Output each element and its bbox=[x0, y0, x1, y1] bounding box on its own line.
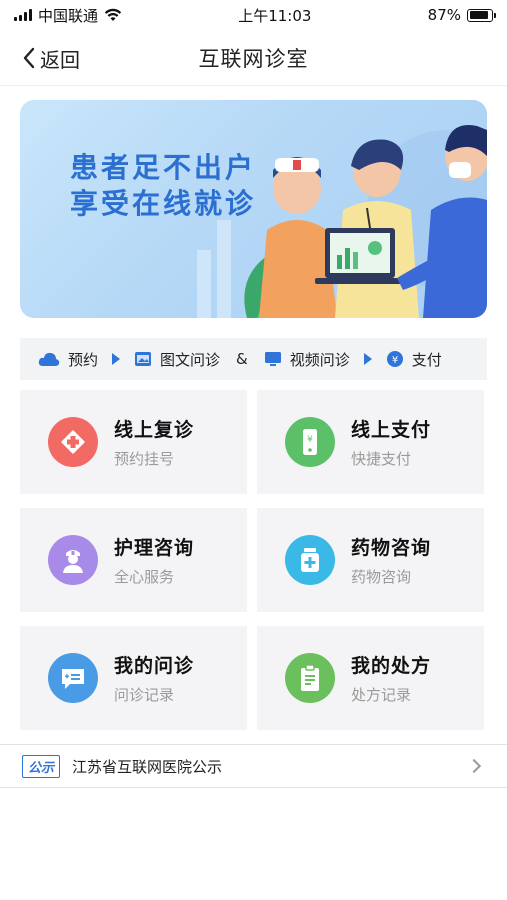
card-icon-payment: ¥ bbox=[285, 417, 335, 467]
card-title: 我的处方 bbox=[351, 655, 432, 677]
process-flow-bar: 预约 图文问诊 & 视频问诊 ¥ 支付 bbox=[20, 338, 487, 380]
notice-badge: 公示 bbox=[22, 754, 61, 778]
cloud-icon bbox=[38, 352, 60, 366]
medicine-bottle-icon bbox=[301, 548, 319, 572]
nav-bar: 返回 互联网诊室 bbox=[0, 30, 507, 86]
card-title: 我的问诊 bbox=[114, 655, 195, 677]
monitor-icon bbox=[264, 352, 281, 366]
battery-percent: 87% bbox=[427, 6, 461, 24]
carrier-label: 中国联通 bbox=[38, 6, 99, 25]
card-subtitle: 全心服务 bbox=[114, 568, 175, 586]
mobile-pay-icon: ¥ bbox=[303, 429, 317, 455]
flow-step-text-consult: 图文问诊 bbox=[134, 349, 220, 370]
svg-text:¥: ¥ bbox=[392, 355, 398, 366]
flow-arrow-icon bbox=[112, 353, 121, 365]
back-label: 返回 bbox=[40, 47, 80, 72]
flow-step-video-consult: 视频问诊 bbox=[264, 349, 350, 370]
flow-step-payment: ¥ 支付 bbox=[386, 349, 442, 370]
card-icon-drug bbox=[285, 535, 335, 585]
card-icon-consultations bbox=[48, 653, 98, 703]
flow-step-appointment: 预约 bbox=[38, 349, 98, 370]
banner[interactable]: 患者足不出户 享受在线就诊 bbox=[20, 100, 487, 318]
battery-icon bbox=[467, 8, 496, 22]
online-payment-card[interactable]: ¥ 线上支付 快捷支付 bbox=[257, 390, 484, 494]
signal-icon bbox=[14, 9, 32, 21]
chevron-left-icon bbox=[23, 47, 35, 69]
medical-cross-icon bbox=[61, 430, 85, 454]
card-icon-prescriptions bbox=[285, 653, 335, 703]
card-subtitle: 问诊记录 bbox=[114, 686, 175, 704]
clipboard-icon bbox=[301, 664, 319, 691]
drug-consult-card[interactable]: 药物咨询 药物咨询 bbox=[257, 508, 484, 612]
hospital-notice-row[interactable]: 公示 江苏省互联网医院公示 bbox=[0, 744, 507, 788]
svg-text:¥: ¥ bbox=[307, 435, 313, 445]
nurse-icon bbox=[63, 550, 83, 573]
status-right: 87% bbox=[427, 6, 496, 24]
online-revisit-card[interactable]: 线上复诊 预约挂号 bbox=[20, 390, 247, 494]
wifi-icon bbox=[104, 8, 122, 21]
flow-connector: & bbox=[236, 350, 248, 368]
status-bar: 中国联通 上午11:03 87% bbox=[0, 0, 507, 30]
card-title: 线上支付 bbox=[351, 419, 432, 441]
card-subtitle: 处方记录 bbox=[351, 686, 412, 704]
flow-step-3-label: 视频问诊 bbox=[289, 350, 350, 369]
status-time: 上午11:03 bbox=[238, 6, 312, 25]
notice-text: 江苏省互联网医院公示 bbox=[72, 757, 223, 776]
page-title: 互联网诊室 bbox=[198, 46, 309, 71]
picture-chat-icon bbox=[135, 352, 152, 366]
flow-arrow-icon bbox=[363, 353, 372, 365]
card-icon-nursing bbox=[48, 535, 98, 585]
chevron-right-icon bbox=[466, 758, 482, 774]
card-title: 线上复诊 bbox=[114, 419, 195, 441]
chat-bubble-icon bbox=[62, 669, 84, 689]
yuan-coin-icon: ¥ bbox=[386, 351, 403, 367]
card-title: 药物咨询 bbox=[351, 537, 432, 559]
card-icon-revisit bbox=[48, 417, 98, 467]
nursing-consult-card[interactable]: 护理咨询 全心服务 bbox=[20, 508, 247, 612]
my-consultations-card[interactable]: 我的问诊 问诊记录 bbox=[20, 626, 247, 730]
back-button[interactable]: 返回 bbox=[22, 30, 80, 86]
service-grid: 线上复诊 预约挂号 ¥ 线上支付 快捷支付 护理咨询 全心服务 药物咨询 药物咨… bbox=[20, 390, 487, 730]
flow-step-4-label: 支付 bbox=[411, 350, 442, 369]
my-prescriptions-card[interactable]: 我的处方 处方记录 bbox=[257, 626, 484, 730]
doctor-illustration bbox=[197, 125, 487, 318]
status-left: 中国联通 bbox=[14, 5, 122, 26]
card-subtitle: 药物咨询 bbox=[351, 568, 412, 586]
flow-step-1-label: 预约 bbox=[68, 350, 99, 369]
flow-step-2-label: 图文问诊 bbox=[160, 350, 221, 369]
card-subtitle: 预约挂号 bbox=[114, 450, 175, 468]
card-title: 护理咨询 bbox=[114, 537, 195, 559]
card-subtitle: 快捷支付 bbox=[351, 450, 412, 468]
